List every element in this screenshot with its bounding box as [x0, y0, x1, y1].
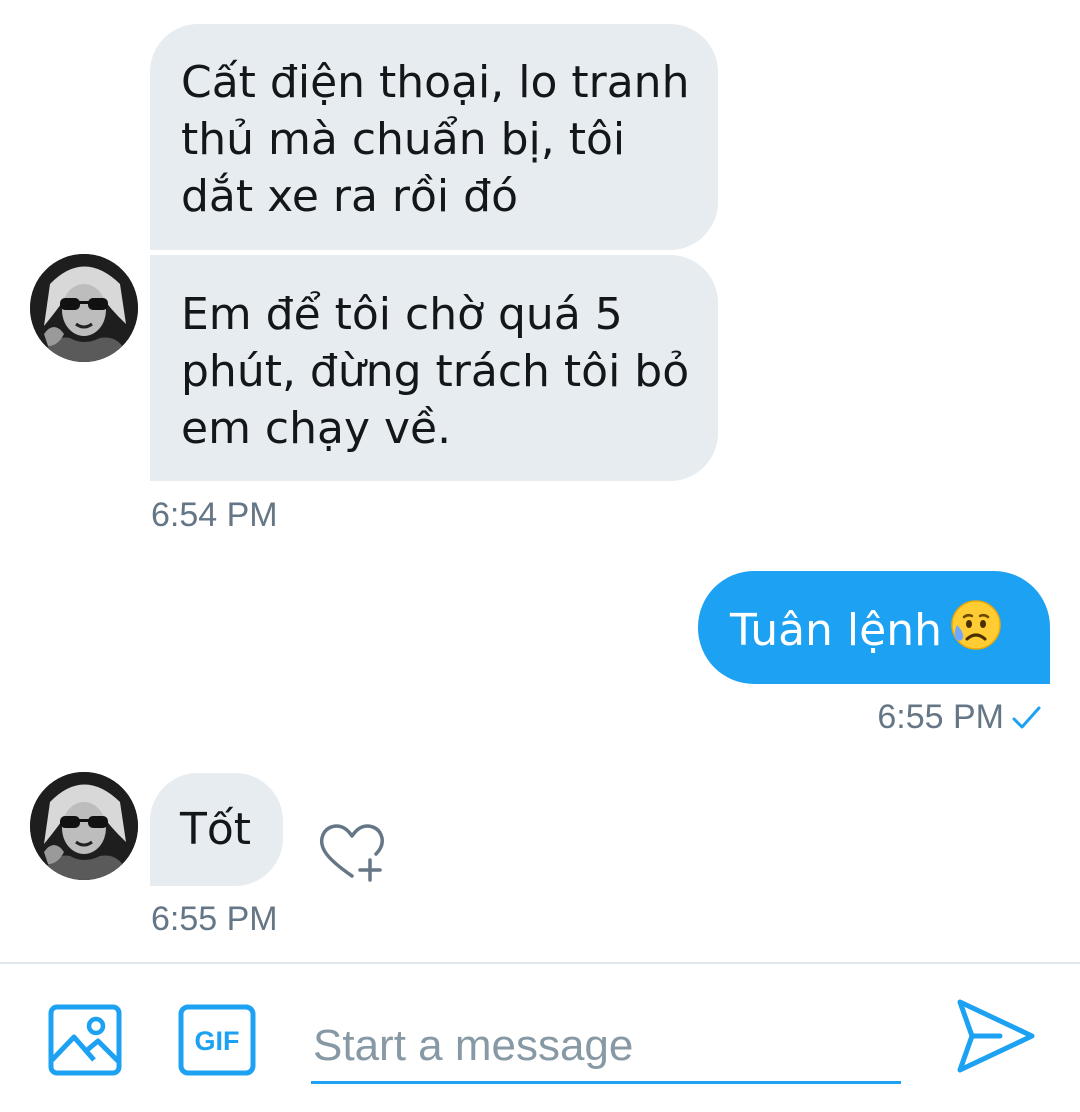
message-bubble-incoming[interactable]: Tốt: [150, 773, 283, 886]
message-text: Cất điện thoại, lo tranh thủ mà chuẩn bị…: [181, 57, 690, 222]
message-text: Em để tôi chờ quá 5 phút, đừng trách tôi…: [181, 289, 690, 454]
message-input-container: [311, 1014, 903, 1084]
message-timestamp: 6:55 PM: [877, 698, 1044, 737]
check-icon: [1012, 706, 1041, 728]
sad-sweat-emoji-icon: [951, 600, 1001, 650]
message-text: Tốt: [180, 804, 252, 855]
message-bubble-incoming[interactable]: Em để tôi chờ quá 5 phút, đừng trách tôi…: [150, 255, 718, 481]
message-timestamp: 6:54 PM: [151, 496, 278, 534]
gif-button[interactable]: GIF: [178, 1004, 256, 1076]
send-icon[interactable]: [954, 994, 1038, 1078]
avatar[interactable]: [30, 772, 138, 880]
message-bubble-incoming[interactable]: Cất điện thoại, lo tranh thủ mà chuẩn bị…: [150, 24, 718, 250]
message-input[interactable]: [311, 1014, 903, 1078]
message-timestamp: 6:55 PM: [151, 900, 278, 938]
gif-icon: GIF: [178, 1004, 256, 1076]
add-reaction-heart-icon[interactable]: [316, 818, 390, 884]
avatar-image: [30, 772, 138, 880]
message-text: Tuân lệnh: [730, 605, 942, 656]
image-icon[interactable]: [48, 1004, 122, 1076]
conversation: Cất điện thoại, lo tranh thủ mà chuẩn bị…: [0, 0, 1080, 962]
gif-label: GIF: [195, 1026, 240, 1056]
avatar-image: [30, 254, 138, 362]
message-composer: GIF: [0, 962, 1080, 1112]
message-bubble-outgoing[interactable]: Tuân lệnh: [698, 571, 1050, 684]
avatar[interactable]: [30, 254, 138, 362]
